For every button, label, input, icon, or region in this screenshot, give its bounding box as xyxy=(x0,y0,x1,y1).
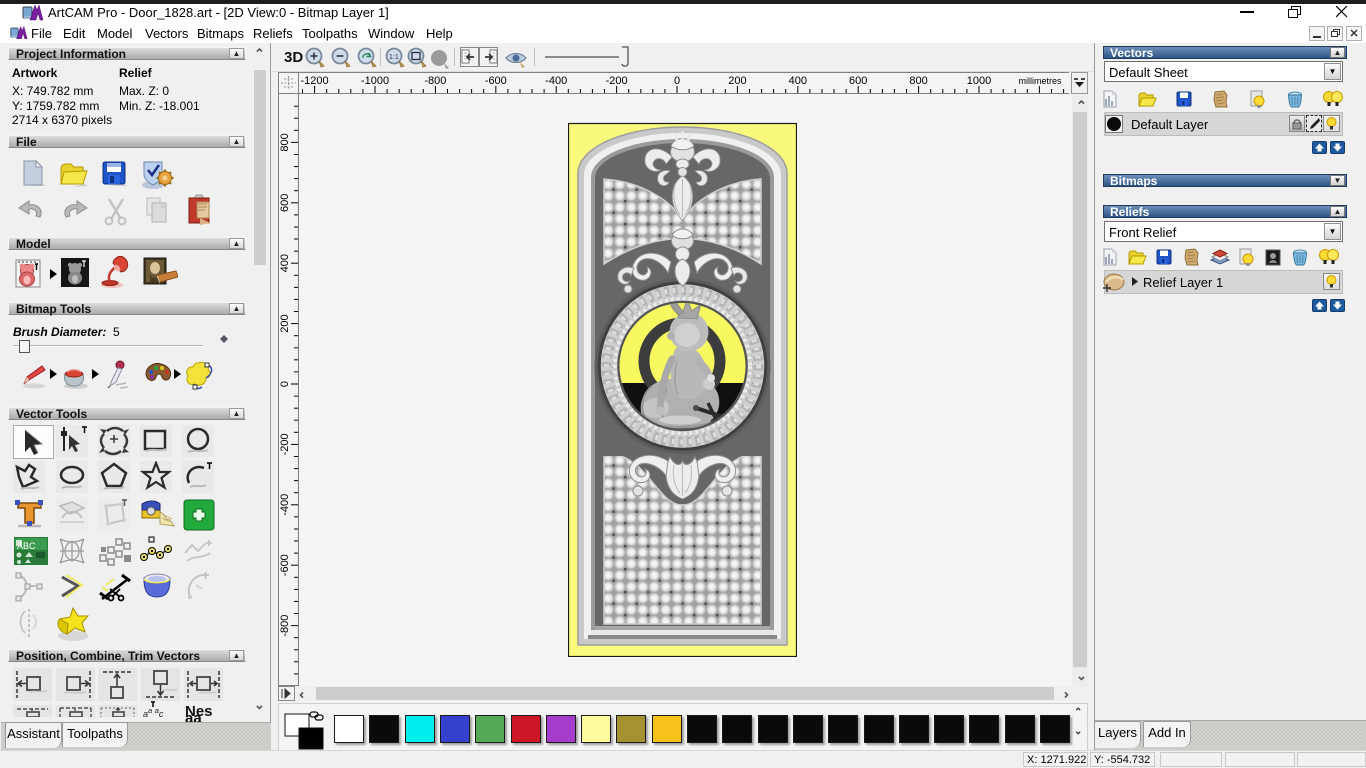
svg-text:1000: 1000 xyxy=(967,75,991,87)
svg-text:0: 0 xyxy=(674,75,680,87)
svg-text:600: 600 xyxy=(849,75,867,87)
svg-text:200: 200 xyxy=(728,75,746,87)
svg-text:400: 400 xyxy=(279,254,291,272)
svg-text:0: 0 xyxy=(279,381,291,387)
svg-text:400: 400 xyxy=(789,75,807,87)
svg-text:600: 600 xyxy=(279,194,291,212)
svg-text:-1000: -1000 xyxy=(361,75,389,87)
svg-text:-200: -200 xyxy=(606,75,628,87)
svg-text:1:1: 1:1 xyxy=(389,54,399,61)
svg-text:-200: -200 xyxy=(279,433,291,455)
svg-text:-400: -400 xyxy=(279,494,291,516)
svg-text:800: 800 xyxy=(909,75,927,87)
svg-text:-400: -400 xyxy=(545,75,567,87)
svg-text:-1200: -1200 xyxy=(301,75,329,87)
svg-text:200: 200 xyxy=(279,314,291,332)
svg-text:millimetres: millimetres xyxy=(1018,76,1062,86)
svg-text:-600: -600 xyxy=(279,554,291,576)
svg-text:ABC: ABC xyxy=(17,541,36,551)
svg-text:-800: -800 xyxy=(279,615,291,637)
svg-text:800: 800 xyxy=(279,133,291,151)
svg-text:-600: -600 xyxy=(485,75,507,87)
svg-text:-800: -800 xyxy=(424,75,446,87)
